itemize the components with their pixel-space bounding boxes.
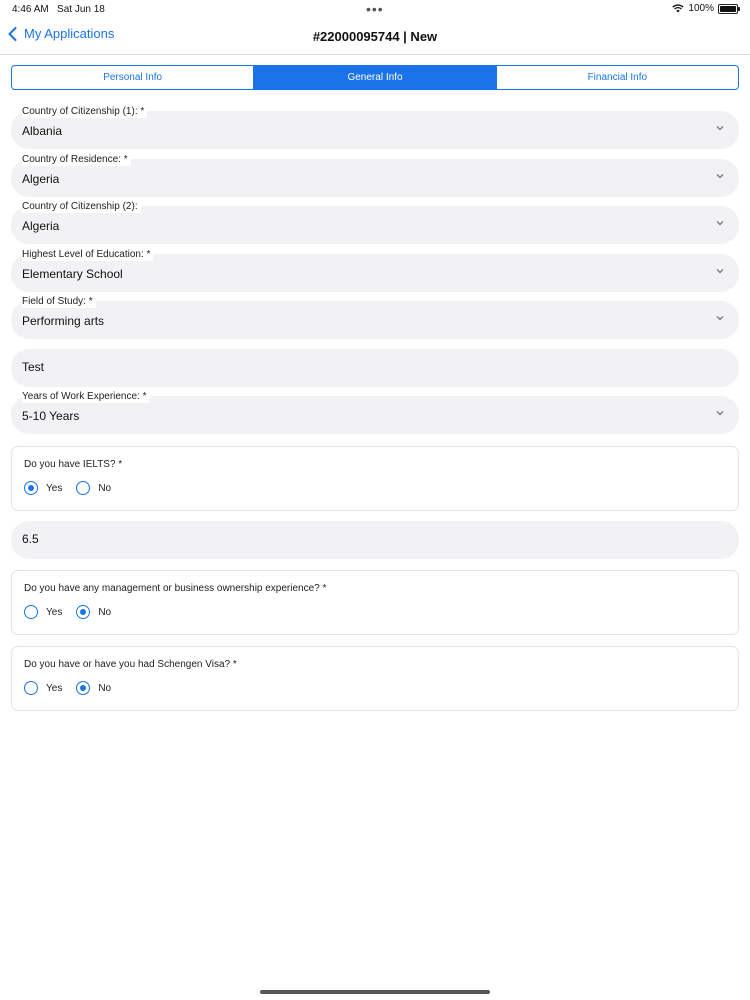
status-right: 100% (672, 3, 740, 14)
ielts-yes-option[interactable]: Yes (24, 481, 62, 495)
schengen-no-label: No (98, 682, 112, 694)
ielts-yes-radio[interactable] (24, 481, 38, 495)
management-yes-option[interactable]: Yes (24, 605, 62, 619)
section-tabs: Personal Info General Info Financial Inf… (11, 65, 739, 90)
battery-percent: 100% (688, 3, 714, 14)
chevron-down-icon (716, 126, 724, 131)
ielts-score-input[interactable]: 6.5 (11, 521, 739, 559)
wifi-icon (672, 4, 685, 13)
citizenship2-value: Algeria (22, 219, 60, 233)
schengen-no-radio[interactable] (76, 681, 91, 695)
ielts-no-label: No (98, 482, 112, 494)
ielts-options: Yes No (24, 481, 111, 495)
citizenship2-select[interactable]: Country of Citizenship (2): Algeria (11, 201, 739, 244)
citizenship2-label: Country of Citizenship (2): (22, 201, 141, 213)
field-of-study-label: Field of Study: * (22, 296, 96, 308)
management-options: Yes No (24, 605, 111, 619)
ielts-no-radio[interactable] (76, 481, 91, 495)
chevron-down-icon (716, 221, 724, 226)
tab-financial-info[interactable]: Financial Info (497, 66, 738, 89)
schengen-question-card: Do you have or have you had Schengen Vis… (11, 646, 739, 711)
residence-label: Country of Residence: * (22, 154, 131, 166)
tab-general-info[interactable]: General Info (254, 66, 497, 89)
management-question-card: Do you have any management or business o… (11, 570, 739, 635)
other-field-value: Test (22, 360, 45, 374)
education-label: Highest Level of Education: * (22, 249, 154, 261)
ielts-yes-label: Yes (46, 482, 63, 494)
citizenship1-label: Country of Citizenship (1): * (22, 106, 148, 118)
ielts-question: Do you have IELTS? * (24, 459, 123, 470)
residence-value: Algeria (22, 172, 60, 186)
chevron-down-icon (716, 269, 724, 274)
ielts-score-value: 6.5 (22, 532, 39, 546)
chevron-down-icon (716, 316, 724, 321)
tab-personal-info[interactable]: Personal Info (12, 66, 255, 89)
schengen-options: Yes No (24, 681, 111, 695)
citizenship1-select[interactable]: Country of Citizenship (1): * Albania (11, 106, 739, 149)
education-value: Elementary School (22, 267, 123, 281)
ielts-no-option[interactable]: No (76, 481, 111, 495)
residence-select[interactable]: Country of Residence: * Algeria (11, 154, 739, 197)
status-bar: 4:46 AM Sat Jun 18 ••• 100% (0, 0, 750, 18)
schengen-yes-option[interactable]: Yes (24, 681, 62, 695)
management-yes-label: Yes (46, 606, 63, 618)
navigation-bar: My Applications #22000095744 | New (0, 18, 750, 55)
management-question: Do you have any management or business o… (24, 583, 327, 594)
schengen-yes-radio[interactable] (24, 681, 38, 695)
battery-icon (718, 3, 740, 14)
field-of-study-select[interactable]: Field of Study: * Performing arts (11, 296, 739, 339)
schengen-yes-label: Yes (46, 682, 63, 694)
management-no-radio[interactable] (76, 605, 91, 619)
citizenship1-value: Albania (22, 124, 63, 138)
work-experience-label: Years of Work Experience: * (22, 391, 150, 403)
management-no-option[interactable]: No (76, 605, 111, 619)
status-time-text: 4:46 AM (12, 4, 49, 15)
home-indicator[interactable] (260, 990, 490, 994)
schengen-no-option[interactable]: No (76, 681, 111, 695)
status-date-text: Sat Jun 18 (57, 4, 105, 15)
multitasking-dots-icon[interactable]: ••• (366, 1, 384, 17)
work-experience-select[interactable]: Years of Work Experience: * 5-10 Years (11, 391, 739, 434)
work-experience-value: 5-10 Years (22, 409, 80, 423)
management-yes-radio[interactable] (24, 605, 38, 619)
page-title: #22000095744 | New (312, 29, 438, 44)
chevron-down-icon (716, 174, 724, 179)
other-field-input[interactable]: Test (11, 349, 739, 387)
management-no-label: No (98, 606, 112, 618)
status-time: 4:46 AM Sat Jun 18 (12, 4, 105, 15)
ielts-question-card: Do you have IELTS? * Yes No (11, 446, 739, 511)
education-select[interactable]: Highest Level of Education: * Elementary… (11, 249, 739, 292)
schengen-question: Do you have or have you had Schengen Vis… (24, 659, 237, 670)
chevron-down-icon (716, 411, 724, 416)
field-of-study-value: Performing arts (22, 314, 105, 328)
